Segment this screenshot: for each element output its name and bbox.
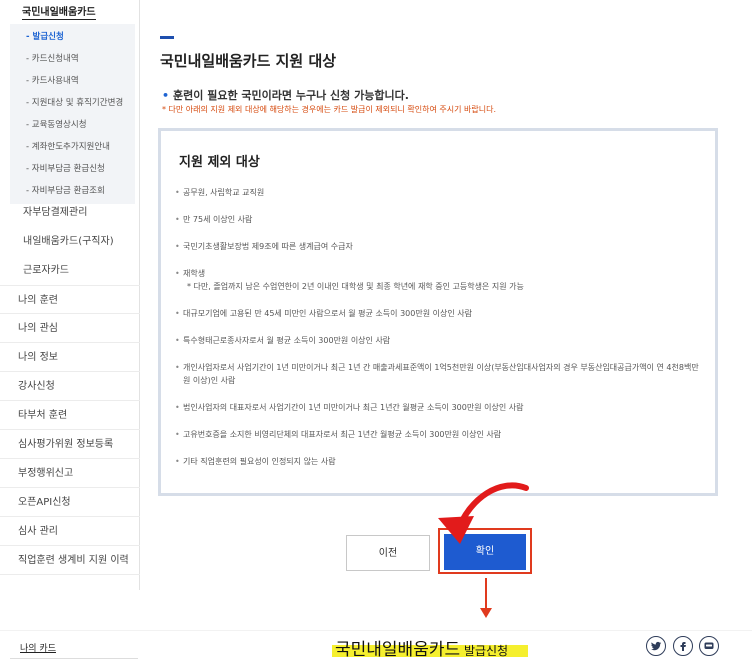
subtitle-text: 훈련이 필요한 국민이라면 누구나 신청 가능합니다. [173, 89, 409, 102]
twitter-icon [651, 641, 662, 651]
sidebar-sub-item[interactable]: 자비부담금 환급신청 [10, 158, 135, 180]
page-title: 국민내일배움카드 지원 대상 [160, 52, 337, 70]
sidebar-sub-item[interactable]: 지원대상 및 휴직기간변경 [10, 92, 135, 114]
list-item-text: 국민기초생활보장법 제9조에 따른 생계급여 수급자 [183, 242, 353, 251]
prev-button[interactable]: 이전 [346, 535, 430, 571]
list-item: 특수형태근로종사자로서 월 평균 소득이 300만원 이상인 사람 [175, 334, 705, 347]
sidebar: 국민내일배움카드 발급신청 카드신청내역 카드사용내역 지원대상 및 휴직기간변… [0, 0, 140, 590]
list-item-text: 만 75세 이상인 사람 [183, 215, 253, 224]
sidebar-item-my-info[interactable]: 나의 정보 [0, 343, 140, 372]
list-item: 고유번호증을 소지한 비영리단체의 대표자로서 최근 1년간 월평균 소득이 3… [175, 428, 705, 441]
sidebar-sub-list: 발급신청 카드신청내역 카드사용내역 지원대상 및 휴직기간변경 교육동영상시청… [10, 24, 135, 204]
footer-link-divider [10, 658, 138, 659]
sidebar-sub-item-issue[interactable]: 발급신청 [10, 26, 135, 48]
sidebar-item-my-interest[interactable]: 나의 관심 [0, 314, 140, 343]
exclusion-title: 지원 제외 대상 [179, 155, 260, 170]
sidebar-item-open-api[interactable]: 오픈API신청 [0, 488, 140, 517]
annotation-curved-arrow-icon [438, 482, 529, 544]
sidebar-sub-item[interactable]: 카드사용내역 [10, 70, 135, 92]
list-item: 기타 직업훈련의 필요성이 인정되지 않는 사람 [175, 455, 705, 468]
chat-share-button[interactable] [699, 636, 719, 656]
list-item: 공무원, 사립학교 교직원 [175, 186, 705, 199]
list-item-subnote: * 다만, 졸업까지 남은 수업연한이 2년 이내인 대학생 및 최종 학년에 … [187, 282, 524, 291]
sidebar-item-review-management[interactable]: 심사 관리 [0, 517, 140, 546]
list-item: 만 75세 이상인 사람 [175, 213, 705, 226]
list-item-text: 기타 직업훈련의 필요성이 인정되지 않는 사람 [183, 457, 336, 466]
sidebar-item-reviewer-register[interactable]: 심사평가위원 정보등록 [0, 430, 140, 459]
list-item: 법인사업자의 대표자로서 사업기간이 1년 미만이거나 최근 1년간 월평균 소… [175, 401, 705, 414]
twitter-share-button[interactable] [646, 636, 666, 656]
sidebar-sub-item[interactable]: 교육동영상시청 [10, 114, 135, 136]
list-item-text: 고유번호증을 소지한 비영리단체의 대표자로서 최근 1년간 월평균 소득이 3… [183, 430, 502, 439]
facebook-icon [680, 642, 686, 651]
list-item-text: 재학생 [183, 269, 206, 278]
list-item: 국민기초생활보장법 제9조에 따른 생계급여 수급자 [175, 240, 705, 253]
my-card-link[interactable]: 나의 카드 [20, 641, 56, 654]
sidebar-item-my-training[interactable]: 나의 훈련 [0, 285, 140, 314]
list-item-text: 공무원, 사립학교 교직원 [183, 188, 265, 197]
exclusion-list: 공무원, 사립학교 교직원 만 75세 이상인 사람 국민기초생활보장법 제9조… [175, 186, 705, 482]
sidebar-item-other-ministry-training[interactable]: 타부처 훈련 [0, 401, 140, 430]
facebook-share-button[interactable] [673, 636, 693, 656]
sidebar-sub-item[interactable]: 카드신청내역 [10, 48, 135, 70]
list-item-text: 개인사업자로서 사업기간이 1년 미만이거나 최근 1년 간 매출과세표준액이 … [183, 363, 699, 385]
notice-text: * 다만 아래의 지원 제외 대상에 해당하는 경우에는 카드 발급이 제외되니… [162, 105, 496, 114]
footer-brand-title: 국민내일배움카드 발급신청 [335, 635, 508, 660]
footer-brand-suffix: 발급신청 [460, 644, 509, 658]
page-subtitle: • 훈련이 필요한 국민이라면 누구나 신청 가능합니다. [162, 87, 409, 103]
sidebar-group-item[interactable]: 내일배움카드(구직자) [10, 227, 135, 256]
list-item: 재학생 * 다만, 졸업까지 남은 수업연한이 2년 이내인 대학생 및 최종 학… [175, 267, 705, 293]
list-item: 대규모기업에 고용된 만 45세 미만인 사람으로서 월 평균 소득이 300만… [175, 307, 705, 320]
annotation-down-arrow-icon [480, 578, 492, 618]
exclusion-box: 지원 제외 대상 공무원, 사립학교 교직원 만 75세 이상인 사람 국민기초… [158, 128, 718, 496]
title-accent-bar [160, 36, 174, 39]
footer-brand-text: 국민내일배움카드 [335, 640, 461, 660]
sidebar-section-title[interactable]: 국민내일배움카드 [22, 3, 96, 20]
list-item-text: 법인사업자의 대표자로서 사업기간이 1년 미만이거나 최근 1년간 월평균 소… [183, 403, 524, 412]
sidebar-group-item[interactable]: 근로자카드 [10, 256, 135, 285]
sidebar-sub-item[interactable]: 계좌한도추가지원안내 [10, 136, 135, 158]
sidebar-item-fraud-report[interactable]: 부정행위신고 [0, 459, 140, 488]
chat-icon [704, 642, 714, 649]
subtitle-bullet: • [162, 89, 170, 102]
sidebar-group-item[interactable]: 자부담결제관리 [10, 198, 135, 227]
list-item-text: 특수형태근로종사자로서 월 평균 소득이 300만원 이상인 사람 [183, 336, 391, 345]
list-item: 개인사업자로서 사업기간이 1년 미만이거나 최근 1년 간 매출과세표준액이 … [175, 361, 705, 387]
sidebar-item-living-cost-history[interactable]: 직업훈련 생계비 지원 이력 [0, 546, 140, 575]
list-item-text: 대규모기업에 고용된 만 45세 미만인 사람으로서 월 평균 소득이 300만… [183, 309, 472, 318]
sidebar-item-instructor-apply[interactable]: 강사신청 [0, 372, 140, 401]
footer-divider [0, 630, 752, 631]
